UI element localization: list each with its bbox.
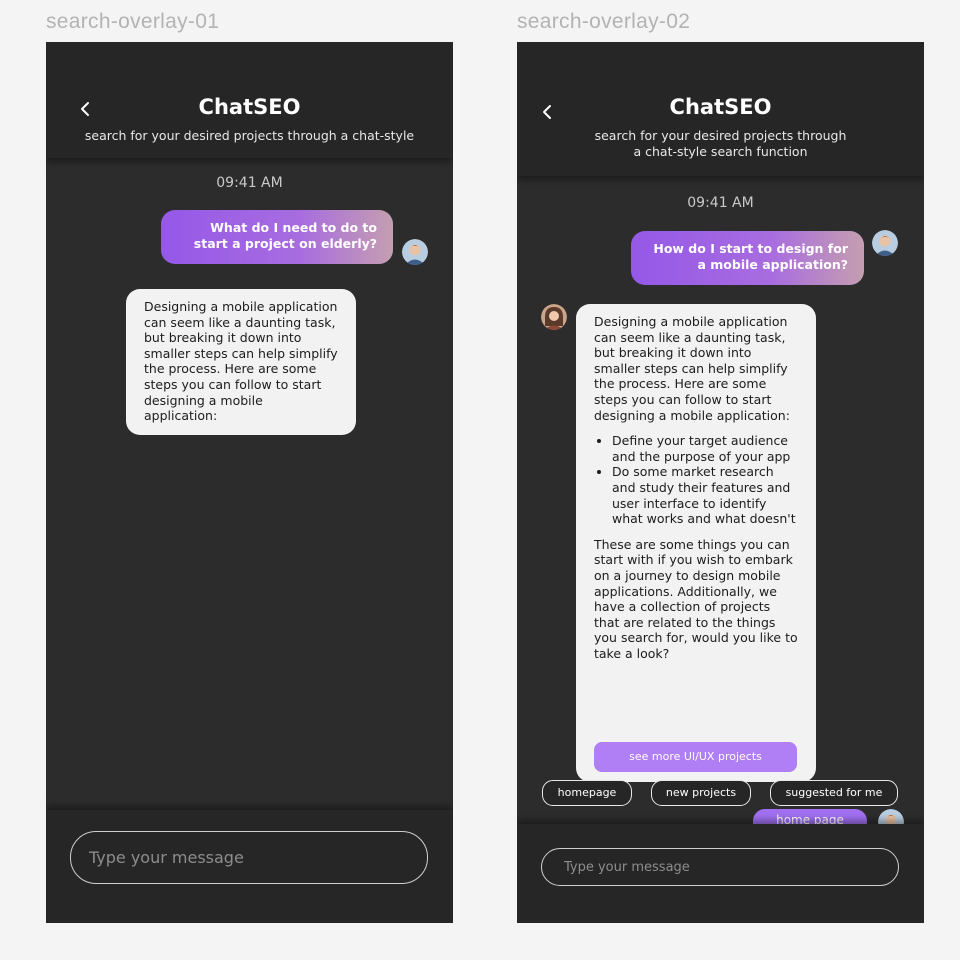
header: ChatSEO search for your desired projects… <box>517 42 924 176</box>
page-title: ChatSEO <box>198 95 301 119</box>
user-message-bubble: What do I need to do to start a project … <box>161 210 393 264</box>
message-input[interactable] <box>541 848 899 886</box>
page-title: ChatSEO <box>669 95 772 119</box>
chat-screen-1: ChatSEO search for your desired projects… <box>46 42 453 923</box>
footer <box>46 810 453 923</box>
user-avatar <box>402 239 428 265</box>
user-avatar <box>872 230 898 256</box>
list-item: Do some market research and study their … <box>612 464 798 526</box>
bot-message-list: Define your target audience and the purp… <box>594 433 798 527</box>
quick-reply-suggested[interactable]: suggested for me <box>770 780 898 806</box>
quick-reply-new-projects[interactable]: new projects <box>651 780 751 806</box>
bot-message-text: Designing a mobile application can seem … <box>144 299 338 424</box>
footer <box>517 824 924 923</box>
quick-reply-homepage[interactable]: homepage <box>542 780 632 806</box>
timestamp: 09:41 AM <box>216 175 283 191</box>
bot-avatar <box>541 304 567 330</box>
user-message-bubble: How do I start to design for a mobile ap… <box>631 231 864 285</box>
frame-label: search-overlay-01 <box>46 10 220 33</box>
page-subtitle: search for your desired projects through… <box>84 128 415 143</box>
page-subtitle: search for your desired projects through… <box>594 128 847 159</box>
timestamp: 09:41 AM <box>687 195 754 211</box>
header: ChatSEO search for your desired projects… <box>46 42 453 158</box>
frame-label: search-overlay-02 <box>517 10 691 33</box>
message-input[interactable] <box>70 831 428 884</box>
chat-screen-2: ChatSEO search for your desired projects… <box>517 42 924 923</box>
bot-message-bubble: Designing a mobile application can seem … <box>126 289 356 435</box>
bot-message-intro: Designing a mobile application can seem … <box>594 314 790 423</box>
bot-message-outro: These are some things you can start with… <box>594 536 798 661</box>
see-more-projects-button[interactable]: see more UI/UX projects <box>594 742 797 772</box>
bot-message-bubble: Designing a mobile application can seem … <box>576 304 816 782</box>
list-item: Define your target audience and the purp… <box>612 433 798 464</box>
